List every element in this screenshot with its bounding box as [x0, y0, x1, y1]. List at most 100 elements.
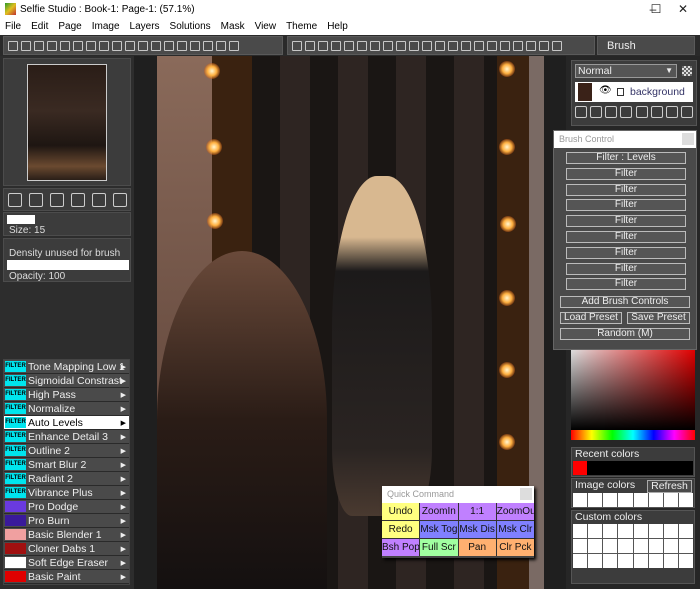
delete-icon[interactable] [620, 106, 633, 118]
quick-command-button[interactable]: Msk Clr [496, 521, 534, 538]
duplicate-icon[interactable] [605, 106, 618, 118]
custom-color-swatch[interactable] [618, 539, 633, 553]
custom-color-swatch[interactable] [633, 539, 648, 553]
tool-icon[interactable] [383, 40, 393, 51]
brush-control-titlebar[interactable]: Brush Control [554, 131, 696, 148]
menu-theme[interactable]: Theme [281, 21, 322, 32]
export-icon[interactable] [680, 106, 693, 118]
toolbar-icon[interactable] [86, 40, 96, 51]
tool-icon[interactable] [526, 40, 536, 51]
custom-color-swatch[interactable] [588, 539, 603, 553]
custom-color-swatch[interactable] [603, 554, 618, 568]
tool-icon[interactable] [513, 40, 523, 51]
filter-slot-button[interactable]: Filter [566, 215, 686, 228]
filter-item[interactable]: FILTER Smart Blur 2 ▶ [4, 458, 129, 472]
filter-item[interactable]: FILTER Radiant 2 ▶ [4, 472, 129, 486]
toolbar-icon[interactable] [125, 40, 135, 51]
close-button[interactable]: ✕ [666, 0, 700, 18]
tool-icon[interactable] [344, 40, 354, 51]
quick-command-button[interactable]: ZoomIn [420, 503, 458, 520]
custom-color-swatch[interactable] [663, 554, 678, 568]
quick-command-button[interactable]: Undo [382, 503, 420, 520]
hue-slider[interactable] [571, 430, 695, 440]
custom-color-swatch[interactable] [663, 539, 678, 553]
toolbar-icon[interactable] [203, 40, 213, 51]
tool-icon[interactable] [461, 40, 471, 51]
quick-command-button[interactable]: Full Scr [420, 539, 458, 556]
layer-row[interactable]: 👁 background [575, 82, 693, 102]
tool-icon[interactable] [409, 40, 419, 51]
toolbar-icon[interactable] [112, 40, 122, 51]
size-slider[interactable] [7, 215, 35, 224]
custom-color-swatch[interactable] [648, 524, 663, 538]
filter-slot-button[interactable]: Filter [566, 183, 686, 196]
menu-layers[interactable]: Layers [125, 21, 165, 32]
custom-color-swatch[interactable] [603, 524, 618, 538]
custom-color-swatch[interactable] [603, 539, 618, 553]
filter-item[interactable]: Basic Paint ▶ [4, 570, 129, 584]
toolbar-icon[interactable] [21, 40, 31, 51]
tool-icon[interactable] [435, 40, 445, 51]
quick-command-button[interactable]: Redo [382, 521, 420, 538]
menu-solutions[interactable]: Solutions [165, 21, 216, 32]
new-brush-icon[interactable] [7, 192, 22, 207]
tool-icon[interactable] [539, 40, 549, 51]
custom-color-swatch[interactable] [618, 524, 633, 538]
tool-icon[interactable] [370, 40, 380, 51]
quick-command-button[interactable]: ZoomOut [496, 503, 534, 520]
toolbar-icon[interactable] [151, 40, 161, 51]
spray-icon[interactable] [91, 192, 106, 207]
tool-icon[interactable] [305, 40, 315, 51]
custom-color-swatch[interactable] [648, 554, 663, 568]
toolbar-icon[interactable] [73, 40, 83, 51]
merge-icon[interactable] [635, 106, 648, 118]
filter-item[interactable]: Basic Blender 1 ▶ [4, 528, 129, 542]
filter-item[interactable]: FILTER Sigmoidal Constrast ▶ [4, 374, 129, 388]
menu-help[interactable]: Help [322, 21, 353, 32]
tool-icon[interactable] [474, 40, 484, 51]
transparency-icon[interactable] [682, 66, 692, 76]
filter-slot-button[interactable]: Filter [566, 246, 686, 259]
quick-command-button[interactable]: Pan [458, 539, 496, 556]
add-brush-controls-button[interactable]: Add Brush Controls [560, 296, 690, 308]
filter-item[interactable]: Pro Burn ▶ [4, 514, 129, 528]
filter-slot-button[interactable]: Filter [566, 278, 686, 291]
filter-slot-button[interactable]: Filter [566, 262, 686, 275]
tool-icon[interactable] [318, 40, 328, 51]
toolbar-icon[interactable] [229, 40, 239, 51]
filter-slot-button[interactable]: Filter [566, 167, 686, 180]
quick-command-button[interactable]: Clr Pck [496, 539, 534, 556]
save-preset-button[interactable]: Save Preset [627, 312, 690, 324]
toolbar-icon[interactable] [190, 40, 200, 51]
airbrush-icon[interactable] [49, 192, 64, 207]
custom-color-swatch[interactable] [663, 524, 678, 538]
quick-command-button[interactable]: 1:1 [458, 503, 496, 520]
color-picker[interactable] [571, 350, 695, 430]
tool-icon[interactable] [422, 40, 432, 51]
tool-icon[interactable] [500, 40, 510, 51]
eye-icon[interactable]: 👁 [599, 85, 612, 96]
quick-command-button[interactable]: Bsh Pop [382, 539, 420, 556]
toolbar-icon[interactable] [164, 40, 174, 51]
recent-color-swatch[interactable] [573, 461, 587, 475]
menu-view[interactable]: View [250, 21, 282, 32]
custom-color-swatch[interactable] [573, 539, 588, 553]
navigator-thumbnail[interactable] [27, 64, 107, 181]
filter-item[interactable]: FILTER Auto Levels ▶ [4, 416, 129, 430]
menu-edit[interactable]: Edit [26, 21, 53, 32]
filter-slot-button[interactable]: Filter : Levels [566, 152, 686, 164]
custom-color-swatch[interactable] [573, 524, 588, 538]
tool-icon[interactable] [552, 40, 562, 51]
filter-item[interactable]: FILTER Outline 2 ▶ [4, 444, 129, 458]
filter-item[interactable]: FILTER Tone Mapping Low 1 ▶ [4, 360, 129, 374]
filter-item[interactable]: Cloner Dabs 1 ▶ [4, 542, 129, 556]
move-up-icon[interactable] [650, 106, 663, 118]
list-icon[interactable] [665, 106, 678, 118]
toolbar-icon[interactable] [60, 40, 70, 51]
quick-command-titlebar[interactable]: Quick Command [382, 486, 534, 503]
toolbar-icon[interactable] [177, 40, 187, 51]
filter-item[interactable]: FILTER Normalize ▶ [4, 402, 129, 416]
custom-color-swatch[interactable] [678, 554, 693, 568]
blend-mode-select[interactable]: Normal ▼ [575, 64, 677, 78]
opacity-slider[interactable] [7, 260, 129, 270]
